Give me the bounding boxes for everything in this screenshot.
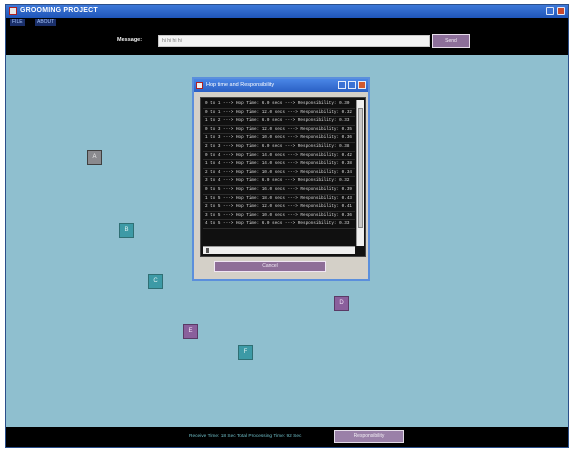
list-item[interactable]: 1 to 2 ---> Hop Time: 6.0 secs ---> Resp… (203, 117, 355, 126)
app-icon (9, 7, 17, 15)
network-canvas: A B C D E F Hop time and Responsibility … (6, 55, 568, 429)
list-item[interactable]: 3 to 4 ---> Hop Time: 6.0 secs ---> Resp… (203, 177, 355, 186)
send-button[interactable]: Send (432, 34, 470, 48)
scroll-left-icon[interactable] (204, 248, 209, 253)
dialog-close-icon[interactable] (358, 81, 366, 89)
hop-list[interactable]: 0 to 1 ---> Hop Time: 6.0 secs ---> Resp… (203, 100, 355, 246)
menu-bar: FILE ABOUT (6, 18, 568, 27)
responsibility-button[interactable]: Responsibility (334, 430, 404, 443)
horizontal-scrollbar[interactable] (203, 246, 355, 254)
dialog-title: Hop time and Responsibility (206, 82, 275, 88)
hop-list-panel: 0 to 1 ---> Hop Time: 6.0 secs ---> Resp… (200, 97, 366, 257)
network-node[interactable]: A (87, 150, 102, 165)
dialog-minimize-icon[interactable] (338, 81, 346, 89)
message-bar: Message: Send (6, 27, 568, 55)
message-input[interactable] (158, 35, 430, 47)
network-node[interactable]: B (119, 223, 134, 238)
title-bar: GROOMING PROJECT (6, 5, 568, 18)
network-node[interactable]: E (183, 324, 198, 339)
network-node[interactable]: F (238, 345, 253, 360)
list-item[interactable]: 1 to 4 ---> Hop Time: 14.0 secs ---> Res… (203, 160, 355, 169)
vertical-scrollbar[interactable] (356, 100, 364, 246)
dialog-maximize-icon[interactable] (348, 81, 356, 89)
network-node[interactable]: D (334, 296, 349, 311)
dialog-app-icon (196, 82, 203, 89)
list-item[interactable]: 0 to 1 ---> Hop Time: 12.0 secs ---> Res… (203, 109, 355, 118)
list-item[interactable]: 2 to 4 ---> Hop Time: 10.0 secs ---> Res… (203, 169, 355, 178)
list-item[interactable]: 0 to 4 ---> Hop Time: 14.0 secs ---> Res… (203, 152, 355, 161)
scrollbar-thumb[interactable] (358, 108, 363, 228)
menu-file[interactable]: FILE (10, 19, 25, 26)
dialog-title-bar: Hop time and Responsibility (194, 79, 368, 92)
list-item[interactable]: 3 to 5 ---> Hop Time: 10.0 secs ---> Res… (203, 212, 355, 221)
list-item[interactable]: 1 to 5 ---> Hop Time: 18.0 secs ---> Res… (203, 195, 355, 204)
list-item[interactable]: 0 to 1 ---> Hop Time: 6.0 secs ---> Resp… (203, 100, 355, 109)
minimize-icon[interactable] (546, 7, 554, 15)
footer-bar: Receive Time: 18 Sec Total Processing Ti… (6, 427, 568, 447)
list-item[interactable]: 0 to 5 ---> Hop Time: 16.0 secs ---> Res… (203, 186, 355, 195)
status-text: Receive Time: 18 Sec Total Processing Ti… (189, 434, 302, 439)
cancel-button[interactable]: Cancel (214, 261, 326, 272)
app-window: GROOMING PROJECT FILE ABOUT Message: Sen… (5, 4, 569, 448)
list-item[interactable]: 4 to 5 ---> Hop Time: 6.0 secs ---> Resp… (203, 220, 355, 229)
network-node[interactable]: C (148, 274, 163, 289)
message-label: Message: (117, 37, 143, 43)
hop-time-dialog: Hop time and Responsibility 0 to 1 ---> … (192, 77, 370, 281)
window-title: GROOMING PROJECT (20, 7, 98, 14)
list-item[interactable]: 1 to 3 ---> Hop Time: 10.0 secs ---> Res… (203, 134, 355, 143)
close-icon[interactable] (557, 7, 565, 15)
list-item[interactable]: 2 to 3 ---> Hop Time: 6.0 secs ---> Resp… (203, 143, 355, 152)
list-item[interactable]: 2 to 5 ---> Hop Time: 12.0 secs ---> Res… (203, 203, 355, 212)
list-item[interactable]: 0 to 3 ---> Hop Time: 12.0 secs ---> Res… (203, 126, 355, 135)
menu-about[interactable]: ABOUT (35, 19, 57, 26)
